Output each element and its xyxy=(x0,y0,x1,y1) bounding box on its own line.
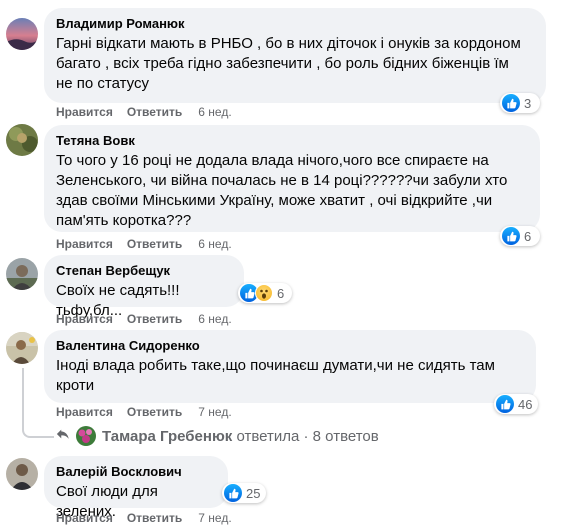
avatar[interactable] xyxy=(6,258,38,290)
reply-author-name[interactable]: Тамара Гребенюк xyxy=(102,428,232,445)
timestamp[interactable]: 7 нед. xyxy=(198,511,231,525)
timestamp[interactable]: 7 нед. xyxy=(198,405,231,419)
thread-connector xyxy=(22,368,24,430)
reaction-count: 3 xyxy=(524,95,532,111)
reaction-count: 6 xyxy=(524,228,532,244)
thumbs-up-icon xyxy=(496,395,514,413)
comment-actions: Нравится Ответить 7 нед. xyxy=(56,404,232,420)
comment-actions: Нравится Ответить 6 нед. xyxy=(56,311,232,327)
comment-bubble: Тетяна Вовк То чого у 16 році не додала … xyxy=(44,125,540,232)
reaction-summary[interactable]: 6 xyxy=(500,226,540,246)
comment-author[interactable]: Валерій Восклович xyxy=(56,464,216,480)
reaction-count: 6 xyxy=(277,285,285,301)
timestamp[interactable]: 6 нед. xyxy=(198,237,231,251)
comment-bubble: Валентина Сидоренко Іноді влада робить т… xyxy=(44,330,536,403)
reply-count[interactable]: 8 ответов xyxy=(313,428,379,445)
reply-link[interactable]: Ответить xyxy=(127,511,182,525)
thread-connector xyxy=(22,428,54,438)
comment-author[interactable]: Владимир Романюк xyxy=(56,16,534,32)
wow-face-icon xyxy=(255,284,273,302)
reply-arrow-icon xyxy=(56,427,72,445)
view-replies-link[interactable]: Тамара Гребенюк ответила · 8 ответов xyxy=(56,426,379,446)
separator: · xyxy=(303,427,309,445)
reaction-summary[interactable]: 3 xyxy=(500,93,540,113)
avatar[interactable] xyxy=(6,332,38,364)
avatar[interactable] xyxy=(6,458,38,490)
comment-actions: Нравится Ответить 7 нед. xyxy=(56,510,232,526)
reaction-summary[interactable]: 6 xyxy=(238,283,292,303)
like-link[interactable]: Нравится xyxy=(56,237,113,251)
reply-verb: ответила xyxy=(236,427,300,445)
comment-author[interactable]: Валентина Сидоренко xyxy=(56,338,524,354)
thumbs-up-icon xyxy=(502,227,520,245)
avatar[interactable] xyxy=(6,18,38,50)
timestamp[interactable]: 6 нед. xyxy=(198,312,231,326)
comment-text: Іноді влада робить таке,що починаєш дума… xyxy=(56,357,495,394)
comment-text: То чого у 16 році не додала влада нічого… xyxy=(56,152,508,229)
thumbs-up-icon xyxy=(224,484,242,502)
avatar[interactable] xyxy=(6,124,38,156)
like-link[interactable]: Нравится xyxy=(56,511,113,525)
comment-bubble: Владимир Романюк Гарні відкати мають в Р… xyxy=(44,8,546,103)
reply-link[interactable]: Ответить xyxy=(127,237,182,251)
reaction-summary[interactable]: 25 xyxy=(222,483,266,503)
reply-link[interactable]: Ответить xyxy=(127,312,182,326)
comment-actions: Нравится Ответить 6 нед. xyxy=(56,104,232,120)
reply-link[interactable]: Ответить xyxy=(127,105,182,119)
comment-bubble: Степан Вербещук Своїх не садять!!!тьфу,б… xyxy=(44,255,244,319)
reaction-count: 46 xyxy=(518,396,533,412)
reaction-summary[interactable]: 46 xyxy=(494,394,538,414)
timestamp[interactable]: 6 нед. xyxy=(198,105,231,119)
comment-author[interactable]: Степан Вербещук xyxy=(56,263,232,279)
comment-author[interactable]: Тетяна Вовк xyxy=(56,133,528,149)
reply-author-avatar xyxy=(76,426,96,446)
reaction-count: 25 xyxy=(246,485,261,501)
comment-text: Гарні відкати мають в РНБО , бо в них ді… xyxy=(56,35,521,92)
like-link[interactable]: Нравится xyxy=(56,405,113,419)
like-link[interactable]: Нравится xyxy=(56,105,113,119)
comment-bubble: Валерій Восклович Свої люди для зелених. xyxy=(44,456,228,520)
reply-link[interactable]: Ответить xyxy=(127,405,182,419)
comment-actions: Нравится Ответить 6 нед. xyxy=(56,236,232,252)
thumbs-up-icon xyxy=(502,94,520,112)
like-link[interactable]: Нравится xyxy=(56,312,113,326)
